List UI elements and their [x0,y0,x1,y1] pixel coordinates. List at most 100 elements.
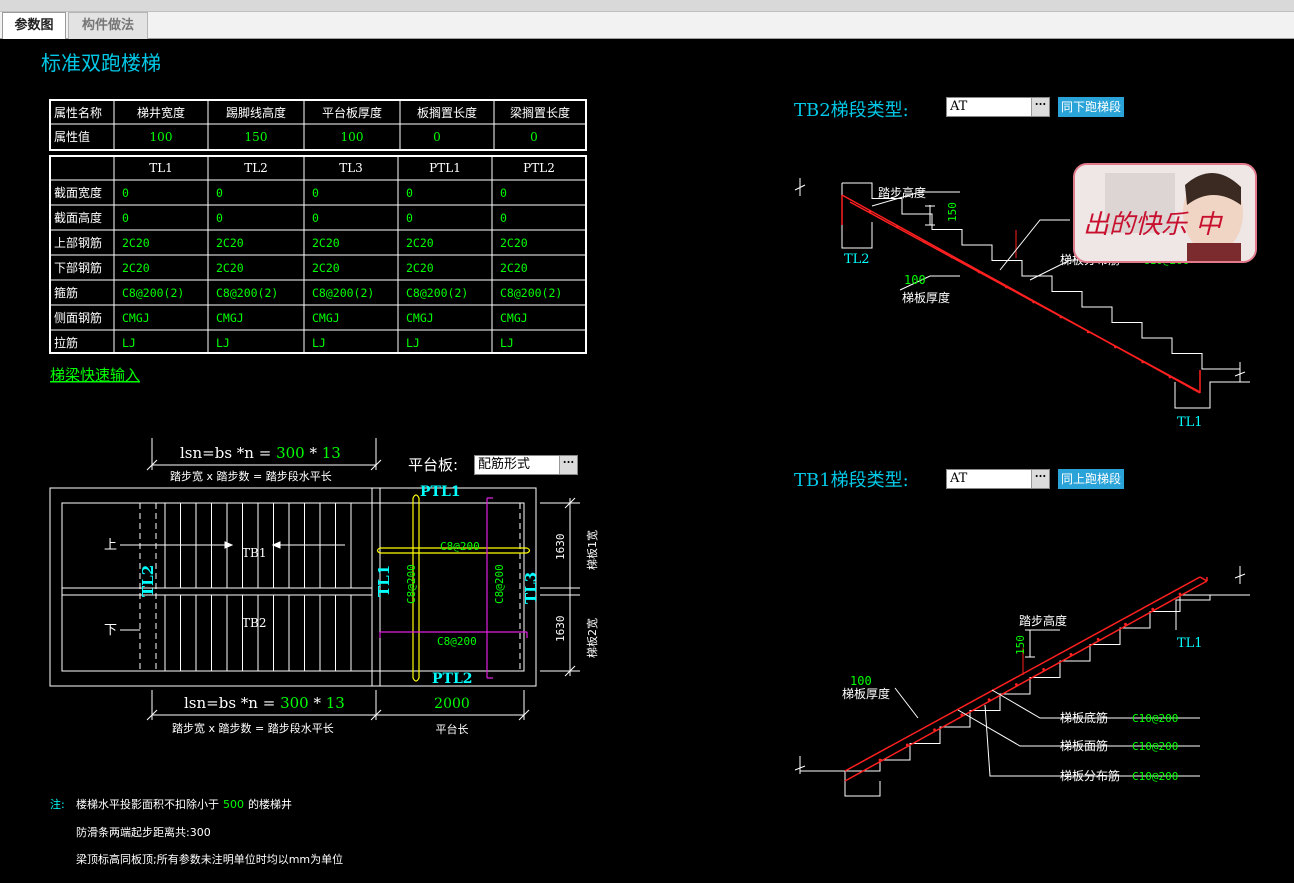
rebar-dot [1069,652,1073,656]
window-top-strip [0,0,1294,12]
beam-table-cell[interactable]: 2C20 [406,261,434,275]
prop-value-platform-thickness[interactable]: 100 [341,130,364,144]
beam-table-cell[interactable]: 2C20 [406,236,434,250]
beam-table-cell[interactable]: LJ [312,336,326,350]
tab-component-method[interactable]: 构件做法 [68,12,148,39]
beam-table-cell[interactable]: 0 [406,186,413,200]
ellipsis-icon[interactable]: ··· [1031,98,1049,116]
tb2-type-value: AT [950,99,968,114]
beam-table-cell[interactable]: C8@200(2) [500,286,562,300]
rebar-dot [1004,285,1008,289]
beam-table-cell[interactable]: 2C20 [122,236,150,250]
rebar-dot [1014,683,1018,686]
beam-table-cell[interactable]: 0 [122,186,129,200]
plan-bottom-n: 13 [326,694,345,712]
beam-table-cell[interactable]: C8@200(2) [216,286,278,300]
prop-name-slab-bearing: 板搁置长度 [417,105,477,120]
tb2-type-combo[interactable]: AT ··· [946,97,1050,117]
tb1-thickness-label: 梯板厚度 [842,686,890,701]
beam-table-cell[interactable]: 0 [312,186,319,200]
plan-ptl1-label: PTL1 [420,484,461,500]
beam-row-label: 上部钢筋 [54,235,102,250]
beam-table-cell[interactable]: CMGJ [122,311,150,325]
plan-width2: 1630 [554,616,567,643]
plan-top-n: 13 [322,444,341,462]
same-as-lower-flight-button[interactable]: 同下跑梯段 [1058,97,1125,117]
beam-table-cell[interactable]: C8@200(2) [406,286,468,300]
plan-width1-caption: 梯板1宽 [585,530,599,570]
ellipsis-icon[interactable]: ··· [1031,470,1049,488]
tab-param-diagram[interactable]: 参数图 [2,12,66,39]
notes-line1-b: 的楼梯井 [248,797,292,811]
beam-table-cell[interactable]: LJ [406,336,420,350]
rebar-dot [950,255,954,259]
tb1-dist-label: 梯板分布筋 [1060,768,1120,783]
beam-table-cell[interactable]: LJ [500,336,514,350]
floating-avatar-overlay[interactable]: 出的快乐 中 [1073,163,1257,263]
plan-tb2-label: TB2 [242,616,266,630]
rebar-dot [1141,360,1145,364]
prop-value-slab-bearing[interactable]: 0 [433,130,441,144]
rebar-dot [1059,315,1063,319]
beam-table-cell[interactable]: 0 [500,186,507,200]
tb1-thickness-value: 100 [850,674,872,688]
plan-up-label: 上 [104,538,117,553]
tb1-bottom-rebar-label: 梯板底筋 [1060,710,1108,725]
beam-row-label: 箍筋 [54,285,78,300]
plan-tb1-label: TB1 [242,546,266,560]
ellipsis-icon[interactable]: ··· [559,456,577,474]
platform-slab-label: 平台板: [408,456,458,474]
beam-table-cell[interactable]: 0 [406,211,413,225]
prop-value-well-width[interactable]: 100 [150,130,173,144]
rebar-dot [1042,668,1046,671]
beam-table-cell[interactable]: 2C20 [312,236,340,250]
drawing-canvas: 标准双跑楼梯 属性名称 属性值 梯井宽度 踢脚线高度 平台板厚度 板搁置长度 梁… [0,40,1294,879]
beam-table-cell[interactable]: 0 [500,211,507,225]
beam-row-label: 截面宽度 [54,185,102,200]
beam-table-cell[interactable]: 2C20 [500,236,528,250]
platform-slab-combo[interactable]: 配筋形式 ··· [474,455,578,475]
quick-beam-input-link[interactable]: 梯梁快速输入 [50,366,140,384]
notes-line1-num: 500 [223,798,244,811]
plan-width2-caption: 梯板2宽 [585,618,599,658]
plan-top-sep: * [305,444,322,462]
plan-rebar-top: C8@200 [440,540,480,553]
rebar-dot [905,743,909,747]
plan-platform-length: 2000 [434,696,470,712]
beam-table-cell[interactable]: 2C20 [122,261,150,275]
prop-value-beam-bearing[interactable]: 0 [530,130,538,144]
beam-table-cell[interactable]: CMGJ [312,311,340,325]
plan-view: lsn=bs *n = 300 * 13 踏步宽 x 踏步数 = 踏步段水平长 … [49,438,599,736]
plan-top-dimension-formula: lsn=bs *n = 300 * 13 [180,444,341,462]
beam-table-cell[interactable]: 0 [122,211,129,225]
rebar-dot [1168,375,1172,379]
tb1-title: TB1梯段类型: [794,470,909,491]
beam-table-cell[interactable]: CMGJ [500,311,528,325]
beam-table-cell[interactable]: 2C20 [216,236,244,250]
beam-table-cell[interactable]: LJ [122,336,136,350]
tb2-step-height-value: 150 [946,202,959,222]
tb1-type-combo[interactable]: AT ··· [946,469,1050,489]
beam-table-cell[interactable]: 2C20 [500,261,528,275]
rebar-dot [1151,607,1155,611]
beam-table-cell[interactable]: CMGJ [216,311,244,325]
prop-value-kick-height[interactable]: 150 [245,130,268,144]
tb1-step-height-label: 踏步高度 [1019,613,1067,628]
plan-tl1-label: TL1 [375,565,393,597]
plan-treads [164,503,352,671]
beam-table-cell[interactable]: 0 [216,211,223,225]
beam-table-cell[interactable]: LJ [216,336,230,350]
tb1-top-rebar-value: C10@200 [1132,740,1178,753]
beam-table-cell[interactable]: C8@200(2) [122,286,184,300]
prop-row-header: 属性名称 [54,105,102,120]
avatar-text: 出的快乐 中 [1083,210,1223,240]
rebar-dot [1124,622,1127,626]
same-as-upper-flight-button[interactable]: 同上跑梯段 [1058,469,1125,489]
beam-table-cell[interactable]: 2C20 [312,261,340,275]
plan-bottom-dimension-formula: lsn=bs *n = 300 * 13 [184,694,345,712]
beam-table-cell[interactable]: 0 [216,186,223,200]
beam-table-cell[interactable]: 2C20 [216,261,244,275]
beam-table-cell[interactable]: C8@200(2) [312,286,374,300]
beam-table-cell[interactable]: CMGJ [406,311,434,325]
beam-table-cell[interactable]: 0 [312,211,319,225]
